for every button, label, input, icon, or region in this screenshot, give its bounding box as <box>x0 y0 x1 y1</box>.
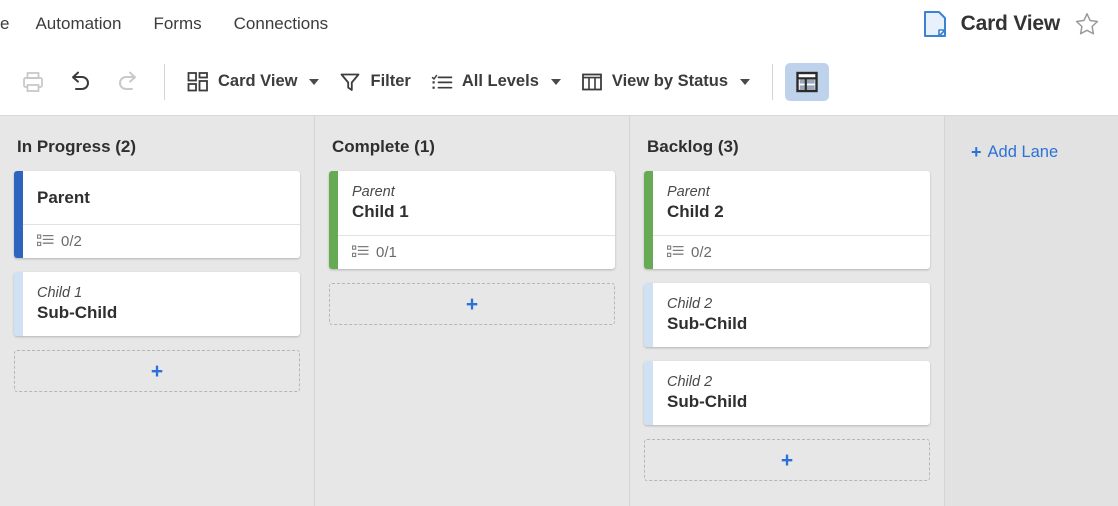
undo-button[interactable] <box>56 63 104 101</box>
plus-icon: + <box>465 292 479 316</box>
filter-funnel-icon <box>339 71 361 93</box>
card-stripe <box>14 171 23 258</box>
card-stripe <box>644 171 653 269</box>
levels-button[interactable]: All Levels <box>421 65 571 99</box>
print-button[interactable] <box>10 64 56 100</box>
card-main: Child 2 Sub-Child <box>653 283 930 347</box>
plus-icon: + <box>971 142 982 162</box>
checklist-count: 0/2 <box>61 233 82 250</box>
card-body: Parent Child 1 0/1 <box>338 171 615 269</box>
top-navigation-bar: e Automation Forms Connections Card View <box>0 0 1118 48</box>
chevron-down-icon <box>309 78 320 85</box>
card-stripe <box>14 272 23 336</box>
filter-label: Filter <box>370 72 411 90</box>
lane-title: Backlog (3) <box>647 137 739 156</box>
lane-title: Complete (1) <box>332 137 435 156</box>
card[interactable]: Parent Child 2 0/2 <box>644 171 930 269</box>
table-grid-icon <box>795 70 819 94</box>
lane-in-progress: In Progress (2) Parent 0/2 Child 1 Sub-C… <box>0 116 315 506</box>
toolbar-divider-1 <box>164 63 165 100</box>
lane-backlog: Backlog (3) Parent Child 2 0/2 Child 2 S… <box>630 116 945 506</box>
levels-label: All Levels <box>461 72 539 90</box>
card-title: Sub-Child <box>667 314 748 333</box>
card-title: Parent <box>37 188 90 207</box>
nav-item-connections[interactable]: Connections <box>218 0 345 48</box>
nav-item-truncated[interactable]: e <box>0 0 19 48</box>
page-title: Card View <box>960 12 1061 35</box>
nav-right-group: Card View <box>923 0 1100 48</box>
checklist-icon <box>37 234 54 249</box>
print-icon <box>21 70 45 94</box>
card-title: Sub-Child <box>667 392 748 411</box>
add-lane-button[interactable]: + Add Lane <box>971 142 1058 163</box>
lane-complete: Complete (1) Parent Child 1 0/1 + <box>315 116 630 506</box>
card-breadcrumb: Parent <box>667 184 710 200</box>
card-main: Child 2 Sub-Child <box>653 361 930 425</box>
lane-title: In Progress (2) <box>17 137 137 156</box>
group-by-button[interactable]: View by Status <box>571 65 760 99</box>
undo-icon <box>67 69 93 95</box>
card[interactable]: Child 1 Sub-Child <box>14 272 300 336</box>
card-view-grid-icon <box>187 71 209 93</box>
checklist-count: 0/2 <box>691 244 712 261</box>
card-breadcrumb: Child 1 <box>37 285 83 301</box>
checklist-count: 0/1 <box>376 244 397 261</box>
chevron-down-icon <box>550 78 561 85</box>
toolbar: Card View Filter All Levels View by Stat… <box>0 48 1118 115</box>
card-title: Sub-Child <box>37 303 118 322</box>
plus-icon: + <box>150 359 164 383</box>
group-by-label: View by Status <box>611 72 729 90</box>
filter-button[interactable]: Filter <box>329 65 420 99</box>
card-title: Child 2 <box>667 202 724 221</box>
card[interactable]: Parent Child 1 0/1 <box>329 171 615 269</box>
checklist-icon <box>352 245 369 260</box>
card-footer: 0/1 <box>338 235 615 269</box>
nav-item-forms[interactable]: Forms <box>137 0 217 48</box>
columns-icon <box>581 71 603 93</box>
card-stripe <box>644 283 653 347</box>
card[interactable]: Parent 0/2 <box>14 171 300 258</box>
card-body: Child 1 Sub-Child <box>23 272 300 336</box>
add-card-button[interactable]: + <box>644 439 930 481</box>
card[interactable]: Child 2 Sub-Child <box>644 283 930 347</box>
card-body: Parent 0/2 <box>23 171 300 258</box>
nav-items: e Automation Forms Connections <box>0 0 344 48</box>
card-body: Child 2 Sub-Child <box>653 361 930 425</box>
outline-levels-icon <box>431 71 453 93</box>
plus-icon: + <box>780 448 794 472</box>
table-view-toggle-button[interactable] <box>785 62 830 101</box>
toolbar-divider-2 <box>772 63 774 100</box>
card[interactable]: Child 2 Sub-Child <box>644 361 930 425</box>
card-breadcrumb: Parent <box>352 184 395 200</box>
add-card-button[interactable]: + <box>14 350 300 392</box>
card-stripe <box>329 171 338 269</box>
add-lane-column: + Add Lane <box>945 116 1118 506</box>
card-breadcrumb: Child 2 <box>667 296 713 312</box>
card-main: Parent <box>23 171 300 224</box>
card-main: Child 1 Sub-Child <box>23 272 300 336</box>
card-title: Child 1 <box>352 202 409 221</box>
redo-button[interactable] <box>104 63 152 101</box>
view-mode-label: Card View <box>218 72 298 90</box>
add-lane-label: Add Lane <box>987 143 1059 161</box>
card-body: Child 2 Sub-Child <box>653 283 930 347</box>
card-stripe <box>644 361 653 425</box>
add-card-button[interactable]: + <box>329 283 615 325</box>
chevron-down-icon <box>740 78 751 85</box>
nav-item-automation[interactable]: Automation <box>19 0 137 48</box>
checklist-icon <box>667 245 684 260</box>
card-main: Parent Child 2 <box>653 171 930 235</box>
document-icon <box>923 10 947 38</box>
card-breadcrumb: Child 2 <box>667 374 713 390</box>
card-footer: 0/2 <box>653 235 930 269</box>
card-footer: 0/2 <box>23 224 300 258</box>
star-outline-icon[interactable] <box>1074 11 1100 37</box>
card-main: Parent Child 1 <box>338 171 615 235</box>
redo-icon <box>115 69 141 95</box>
card-body: Parent Child 2 0/2 <box>653 171 930 269</box>
kanban-board: In Progress (2) Parent 0/2 Child 1 Sub-C… <box>0 115 1118 506</box>
view-mode-button[interactable]: Card View <box>177 65 329 99</box>
